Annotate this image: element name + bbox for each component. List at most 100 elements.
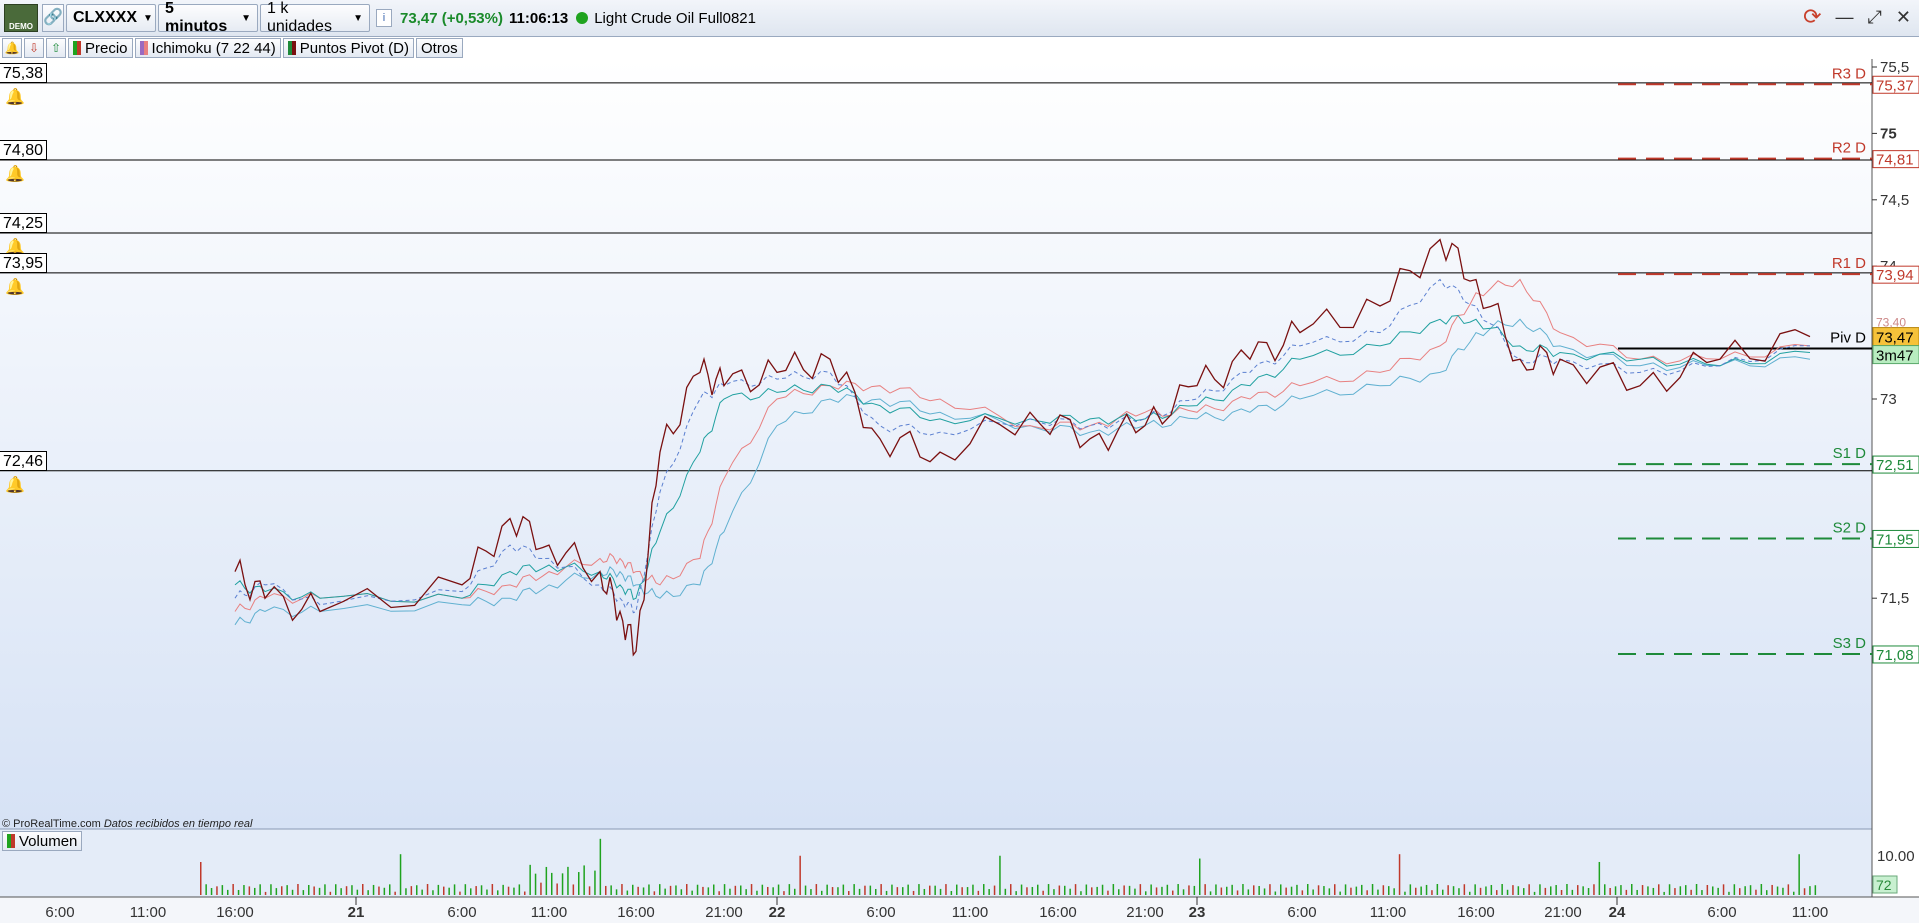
volume-bar	[831, 887, 834, 895]
volume-bar	[362, 884, 364, 895]
demo-label: DEMO	[9, 22, 33, 31]
volume-bar	[372, 884, 375, 895]
volume-bar	[1528, 884, 1530, 895]
volume-bar	[1037, 884, 1039, 895]
refresh-icon[interactable]: ⟳	[1803, 4, 1821, 30]
time-axis-label: 11:00	[952, 904, 988, 921]
volume-bar	[518, 884, 521, 895]
volume-bar	[1344, 884, 1347, 895]
volume-bar	[1582, 886, 1584, 895]
timeframe-selector[interactable]: 5 minutos ▼	[158, 0, 258, 35]
volume-bar	[491, 884, 494, 895]
bell-icon[interactable]: 🔔	[4, 277, 26, 299]
indicator-price[interactable]: Precio	[68, 38, 133, 58]
alert-price-label[interactable]: 74,25	[0, 213, 48, 233]
volume-bar	[675, 885, 677, 895]
volume-bar	[896, 887, 899, 895]
volume-bar	[1220, 887, 1223, 895]
volume-bar	[767, 886, 769, 895]
volume-bar	[340, 888, 342, 895]
close-icon[interactable]: ✕	[1896, 7, 1911, 28]
time-axis-label: 6:00	[45, 904, 74, 921]
volume-bar	[794, 888, 796, 895]
volume-bar	[950, 891, 953, 895]
download-icon[interactable]: ⇩	[24, 38, 44, 58]
volume-bar	[1771, 884, 1773, 895]
bell-icon[interactable]: 🔔	[4, 87, 26, 109]
indicator-others[interactable]: Otros	[415, 38, 463, 58]
alert-price-label[interactable]: 73,95	[0, 252, 48, 273]
price-axis-background	[1872, 59, 1919, 897]
volume-bar	[221, 885, 224, 895]
volume-bar	[1614, 886, 1617, 895]
volume-bar	[929, 885, 931, 895]
volume-bar	[437, 884, 440, 895]
volume-bar	[837, 887, 839, 895]
volume-bar	[1685, 885, 1687, 895]
volume-bar	[1803, 888, 1806, 895]
time-axis-label: 21:00	[1544, 904, 1582, 921]
volume-bar	[1776, 886, 1779, 895]
volume-bar	[210, 888, 213, 895]
volume-bar	[1425, 884, 1428, 895]
volume-bar	[432, 890, 434, 895]
volume-bar	[1501, 884, 1503, 895]
volume-bar	[1215, 884, 1217, 895]
volume-bar	[891, 884, 893, 895]
volume-bar	[810, 889, 812, 895]
bell-icon[interactable]: 🔔	[4, 475, 26, 497]
volume-bar	[1398, 854, 1401, 895]
volume-bar	[875, 888, 877, 895]
volume-bar	[723, 884, 726, 895]
alert-bell-icon[interactable]: 🔔	[2, 38, 22, 58]
volume-bar	[1274, 891, 1277, 895]
indicator-pivots[interactable]: Puntos Pivot (D)	[282, 38, 414, 58]
volume-bar	[902, 887, 904, 895]
volume-bar	[680, 889, 683, 895]
pivot-tag-label: 73,94	[1876, 267, 1914, 284]
volume-bar	[939, 888, 942, 895]
volume-bar	[815, 884, 818, 895]
volume-bar	[1717, 887, 1719, 895]
volume-bar	[788, 884, 791, 895]
bell-icon[interactable]: 🔔	[4, 164, 26, 186]
volume-bar	[243, 885, 245, 895]
volume-bar	[502, 884, 504, 895]
volume-bar	[1107, 890, 1109, 895]
link-icon[interactable]: 🔗	[42, 4, 64, 32]
volume-bar	[713, 884, 715, 895]
volume-bar	[659, 884, 661, 895]
time-axis-label: 11:00	[1792, 904, 1828, 921]
volume-bar	[1722, 884, 1725, 895]
volume-bar	[1793, 891, 1795, 895]
symbol-selector[interactable]: CLXXXX ▼	[66, 4, 156, 32]
volume-bar	[232, 884, 234, 895]
alert-price-label[interactable]: 72,46	[0, 450, 48, 471]
price-chart[interactable]: 75,57574,5747371,5R3 D75,37R2 D74,81R1 D…	[0, 59, 1919, 923]
volume-bar	[912, 890, 915, 895]
chevron-down-icon: ▼	[353, 12, 363, 24]
volume-bar	[1064, 885, 1066, 895]
indicator-ichimoku[interactable]: Ichimoku (7 22 44)	[134, 38, 281, 58]
volume-bar	[1307, 884, 1309, 895]
volume-bar	[1744, 886, 1746, 895]
volume-bar	[1517, 886, 1520, 895]
volume-bar	[524, 891, 526, 895]
upload-icon[interactable]: ⇧	[46, 38, 66, 58]
volume-bar	[610, 885, 612, 895]
volume-indicator-button[interactable]: Volumen	[2, 831, 83, 851]
credit-site: © ProRealTime.com	[2, 818, 101, 830]
minimize-icon[interactable]: —	[1836, 7, 1854, 28]
info-icon[interactable]: i	[376, 9, 392, 27]
volume-tick-label: 10.00	[1877, 848, 1915, 865]
alert-price-label[interactable]: 74,80	[0, 139, 48, 160]
volume-bar	[1749, 885, 1752, 895]
volume-bar	[1139, 884, 1142, 895]
units-selector[interactable]: 1 k unidades ▼	[260, 0, 370, 35]
alert-price-label[interactable]: 75,38	[0, 62, 48, 83]
volume-bar	[297, 884, 299, 895]
volume-bar	[1409, 884, 1412, 895]
volume-bar	[1155, 887, 1158, 895]
volume-bar	[205, 884, 207, 895]
maximize-icon[interactable]: ⤢	[1868, 7, 1882, 28]
